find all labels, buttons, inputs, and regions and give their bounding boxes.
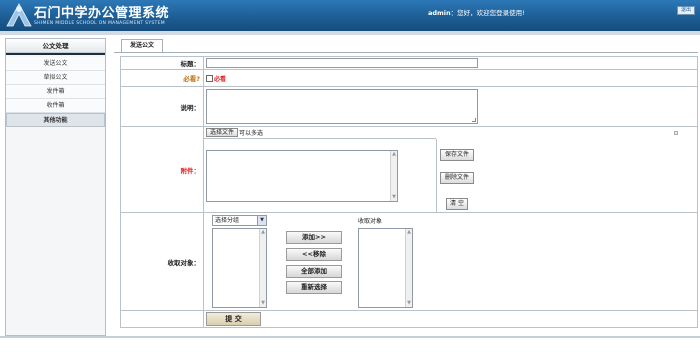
recipients-list[interactable]: ▲ ▼ — [358, 228, 413, 308]
group-member-list[interactable]: ▲ ▼ — [212, 228, 267, 308]
scroll-down-icon[interactable]: ▼ — [406, 300, 412, 307]
send-doc-form: 标题： 必看? 必看 说明： 附件： 选择文件 可以多选 ▲ ▼ 保存文件 删除… — [120, 56, 698, 328]
scroll-down-icon[interactable]: ▼ — [260, 300, 266, 307]
scroll-up-icon[interactable]: ▲ — [260, 229, 266, 236]
footer-line — [0, 336, 700, 338]
attachment-list-scrollbar[interactable]: ▲ ▼ — [390, 151, 397, 201]
sidebar-divider — [6, 53, 105, 55]
attachment-actions: 保存文件 删除文件 清 空 — [436, 139, 478, 212]
header-strip — [0, 31, 700, 35]
group-list-scrollbar[interactable]: ▲ ▼ — [259, 229, 266, 307]
submit-button[interactable]: 提 交 — [206, 312, 261, 326]
must-read-checkbox[interactable] — [206, 74, 213, 82]
group-select-value: 选择分组 — [215, 217, 240, 224]
reselect-button[interactable]: 重新选择 — [286, 281, 342, 294]
delete-file-button[interactable]: 删除文件 — [440, 172, 474, 184]
description-label: 说明： — [120, 86, 204, 127]
app-header: 石门中学办公管理系统 SHIMEN MIDDLE SCHOOL ON MANAG… — [0, 0, 700, 31]
title-label: 标题： — [120, 56, 204, 70]
attachment-label: 附件： — [120, 126, 204, 213]
add-all-button[interactable]: 全部添加 — [286, 265, 342, 278]
scroll-up-icon[interactable]: ▲ — [391, 151, 397, 158]
resize-handle-icon[interactable] — [472, 118, 476, 122]
welcome-text: ：您好，欢迎您登录使用! — [450, 9, 525, 17]
main-panel: 发送公文 标题： 必看? 必看 说明： 附件： 选择文件 可以多选 ▲ ▼ 保存… — [114, 38, 698, 338]
recipients-label: 收取对象： — [120, 212, 204, 311]
recipients-list-title: 收取对象 — [358, 218, 383, 225]
multi-select-note: 可以多选 — [239, 130, 264, 137]
sidebar-item-send-doc[interactable]: 发送公文 — [6, 57, 105, 71]
group-select[interactable]: 选择分组 ▼ — [212, 215, 267, 226]
app-subtitle: SHIMEN MIDDLE SCHOOL ON MANAGEMENT SYSTE… — [34, 21, 165, 26]
sidebar-section-title[interactable]: 公文处理 — [6, 39, 105, 53]
submit-row-label — [120, 310, 204, 328]
small-square-icon — [674, 131, 678, 135]
description-textarea[interactable] — [206, 89, 478, 124]
chevron-down-icon[interactable]: ▼ — [257, 216, 266, 225]
tab-send-doc[interactable]: 发送公文 — [121, 39, 164, 52]
clear-button[interactable]: 清 空 — [446, 198, 468, 210]
must-read-label: 必看? — [120, 69, 204, 87]
save-file-button[interactable]: 保存文件 — [440, 149, 474, 161]
sidebar-item-inbox[interactable]: 收件箱 — [6, 99, 105, 113]
sidebar: 公文处理 发送公文 草拟公文 发件箱 收件箱 其他功能 — [5, 38, 106, 336]
recipients-list-scrollbar[interactable]: ▲ ▼ — [405, 229, 412, 307]
user-greeting: admin：您好，欢迎您登录使用! — [428, 7, 525, 17]
app-title: 石门中学办公管理系统 — [34, 6, 170, 21]
add-button[interactable]: 添加>> — [286, 231, 342, 244]
username: admin — [428, 9, 451, 17]
school-logo-icon — [6, 3, 32, 27]
tab-underline — [114, 52, 698, 53]
sidebar-section-other[interactable]: 其他功能 — [6, 113, 105, 127]
choose-file-button[interactable]: 选择文件 — [206, 128, 239, 137]
must-read-text: 必看 — [214, 75, 227, 83]
remove-button[interactable]: <<移除 — [286, 248, 342, 261]
sidebar-item-draft-doc[interactable]: 草拟公文 — [6, 71, 105, 85]
attachment-list[interactable]: ▲ ▼ — [206, 150, 398, 202]
title-input[interactable] — [206, 58, 478, 68]
scroll-up-icon[interactable]: ▲ — [406, 229, 412, 236]
logout-button[interactable]: 退出 — [677, 6, 695, 15]
sidebar-item-outbox[interactable]: 发件箱 — [6, 85, 105, 99]
scroll-down-icon[interactable]: ▼ — [391, 194, 397, 201]
